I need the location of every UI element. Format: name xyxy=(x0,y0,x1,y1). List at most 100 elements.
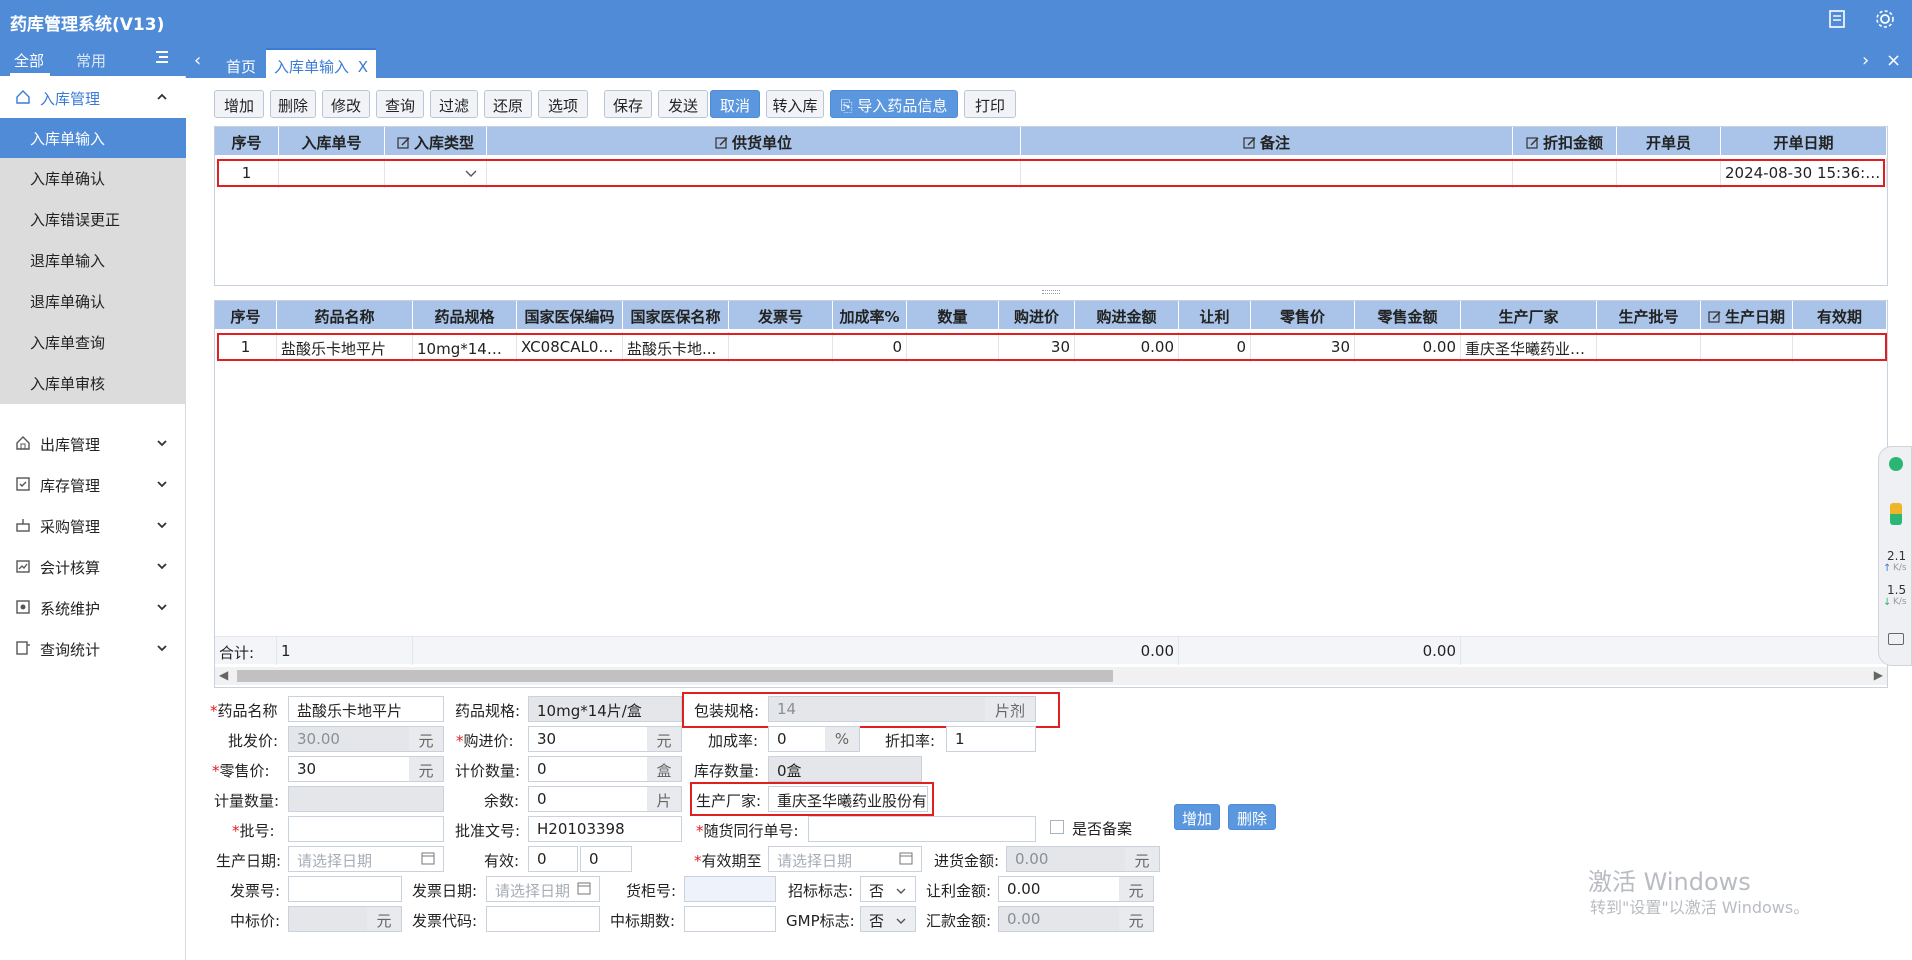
submenu-item-return-confirm[interactable]: 退库单确认 xyxy=(0,281,186,321)
expiry-field[interactable]: 请选择日期 xyxy=(768,846,922,872)
tab-home[interactable]: 首页 xyxy=(218,48,264,78)
submenu-item-inbound-audit[interactable]: 入库单审核 xyxy=(0,363,186,403)
chevron-left-icon[interactable]: ‹ xyxy=(194,50,201,71)
retail-field[interactable]: 30 元 xyxy=(288,756,444,782)
shelf-field[interactable] xyxy=(684,876,776,902)
invoice-field[interactable] xyxy=(288,876,402,902)
import-drug-info-button[interactable]: ⎘ 导入药品信息 xyxy=(830,90,958,118)
add-button[interactable]: 增加 xyxy=(214,90,264,118)
col-remark-label: 备注 xyxy=(1259,134,1290,152)
wholesale-label: 批发价: xyxy=(228,732,279,750)
batch-field[interactable] xyxy=(288,816,444,842)
report-icon[interactable] xyxy=(1826,8,1850,32)
discount-field[interactable]: 1 xyxy=(946,726,1036,752)
col-discount-label: 折扣金额 xyxy=(1542,134,1603,152)
prod-date-field[interactable]: 请选择日期 xyxy=(288,846,444,872)
col-type: 入库类型 xyxy=(385,127,487,155)
menu-group-purchase[interactable]: 采购管理 xyxy=(0,506,186,546)
submenu-item-inbound-confirm[interactable]: 入库单确认 xyxy=(0,158,186,198)
menu-group-inventory[interactable]: 库存管理 xyxy=(0,465,186,505)
drug-name-field[interactable]: 盐酸乐卡地平片 xyxy=(288,696,444,722)
valid-months-field[interactable]: 0 xyxy=(580,846,632,872)
stock-field[interactable]: 0盒 xyxy=(768,756,922,782)
purchase-amount-field[interactable]: 0.00 元 xyxy=(1006,846,1160,872)
scroll-left-icon[interactable]: ◀ xyxy=(219,668,228,682)
close-all-icon[interactable]: × xyxy=(1886,50,1901,71)
valid-label: 有效: xyxy=(484,852,520,870)
markup-field[interactable]: 0% xyxy=(768,726,860,752)
edit-icon xyxy=(1243,136,1257,150)
buy-price-field[interactable]: 30 元 xyxy=(528,726,682,752)
measure-label: 计量数量: xyxy=(214,792,280,810)
bid-flag-select[interactable]: 否 xyxy=(860,876,916,902)
query-button[interactable]: 查询 xyxy=(376,90,424,118)
price-qty-field[interactable]: 0盒 xyxy=(528,756,682,782)
sidebar-tab-common[interactable]: 常用 xyxy=(76,50,106,71)
invoice-code-field[interactable] xyxy=(486,906,600,932)
query-icon xyxy=(14,639,32,657)
gmp-select[interactable]: 否 xyxy=(860,906,916,932)
menu-group-inbound[interactable]: 入库管理 xyxy=(0,78,186,118)
menu-toggle-icon[interactable] xyxy=(154,49,170,69)
options-button[interactable]: 选项 xyxy=(538,90,588,118)
percent-unit: % xyxy=(825,727,859,751)
follow-field[interactable] xyxy=(808,816,1036,842)
menu-group-accounting[interactable]: 会计核算 xyxy=(0,547,186,587)
bid-price-field[interactable]: 元 xyxy=(288,906,402,932)
activation-watermark-text: 转到"设置"以激活 Windows。 xyxy=(1590,898,1810,917)
close-icon[interactable]: X xyxy=(358,58,368,76)
edit-button[interactable]: 修改 xyxy=(322,90,370,118)
form-add-button[interactable]: 增加 xyxy=(1174,804,1220,830)
save-button[interactable]: 保存 xyxy=(604,90,652,118)
yuan-unit: 元 xyxy=(409,757,443,781)
submenu-item-inbound-query[interactable]: 入库单查询 xyxy=(0,322,186,362)
wholesale-field[interactable]: 30.00 元 xyxy=(288,726,444,752)
remit-field[interactable]: 0.00 元 xyxy=(998,906,1154,932)
col-price: 购进价 xyxy=(999,301,1075,329)
approval-field[interactable]: H20103398 xyxy=(528,816,682,842)
invoice-date-field[interactable]: 请选择日期 xyxy=(486,876,600,902)
transfer-inbound-button[interactable]: 转入库 xyxy=(766,90,824,118)
restore-button[interactable]: 还原 xyxy=(484,90,532,118)
yuan-unit: 元 xyxy=(1125,847,1159,871)
col-prod-date: 生产日期 xyxy=(1701,301,1793,329)
tab-inbound-input[interactable]: 入库单输入 X xyxy=(266,48,377,78)
splitter-handle[interactable] xyxy=(1042,290,1060,294)
submenu-item-inbound-input[interactable]: 入库单输入 xyxy=(0,118,186,158)
print-button[interactable]: 打印 xyxy=(964,90,1016,118)
remainder-field[interactable]: 0片 xyxy=(528,786,682,812)
submenu-item-inbound-correction[interactable]: 入库错误更正 xyxy=(0,199,186,239)
camera-icon[interactable] xyxy=(1888,633,1904,645)
invoice-date-label: 发票日期: xyxy=(412,882,478,900)
menu-group-query[interactable]: 查询统计 xyxy=(0,629,186,669)
col-type-label: 入库类型 xyxy=(413,134,474,152)
cancel-button[interactable]: 取消 xyxy=(710,90,760,118)
sidebar-tab-all[interactable]: 全部 xyxy=(14,50,44,71)
scrollbar-thumb[interactable] xyxy=(237,670,1113,682)
batch-label: *批号: xyxy=(232,822,275,840)
active-tab-underline xyxy=(10,73,50,76)
valid-years-field[interactable]: 0 xyxy=(528,846,578,872)
tab-label: 入库单输入 xyxy=(274,58,350,76)
horizontal-scrollbar[interactable]: ◀ ▶ xyxy=(215,667,1887,685)
chevron-right-icon[interactable]: › xyxy=(1862,50,1869,71)
scroll-right-icon[interactable]: ▶ xyxy=(1874,668,1883,682)
buy-price-label: *购进价: xyxy=(456,732,514,750)
rebate-amount-label: 让利金额: xyxy=(926,882,992,900)
prod-date-label: 生产日期: xyxy=(216,852,282,870)
network-speed-widget[interactable]: 2.1 ↑ K/s 1.5 ↓ K/s xyxy=(1878,446,1912,666)
rebate-amount-field[interactable]: 0.00 元 xyxy=(998,876,1154,902)
delete-button[interactable]: 删除 xyxy=(270,90,316,118)
menu-group-outbound[interactable]: 出库管理 xyxy=(0,424,186,464)
spec-field[interactable]: 10mg*14片/盒 xyxy=(528,696,682,722)
submenu-item-return-input[interactable]: 退库单输入 xyxy=(0,240,186,280)
menu-group-system[interactable]: 系统维护 xyxy=(0,588,186,628)
filed-checkbox[interactable] xyxy=(1050,820,1064,834)
filter-button[interactable]: 过滤 xyxy=(430,90,478,118)
measure-field[interactable] xyxy=(288,786,444,812)
bid-period-field[interactable] xyxy=(684,906,776,932)
form-delete-button[interactable]: 删除 xyxy=(1228,804,1276,830)
gear-icon[interactable] xyxy=(1874,8,1898,32)
col-qty: 数量 xyxy=(907,301,999,329)
send-button[interactable]: 发送 xyxy=(658,90,708,118)
